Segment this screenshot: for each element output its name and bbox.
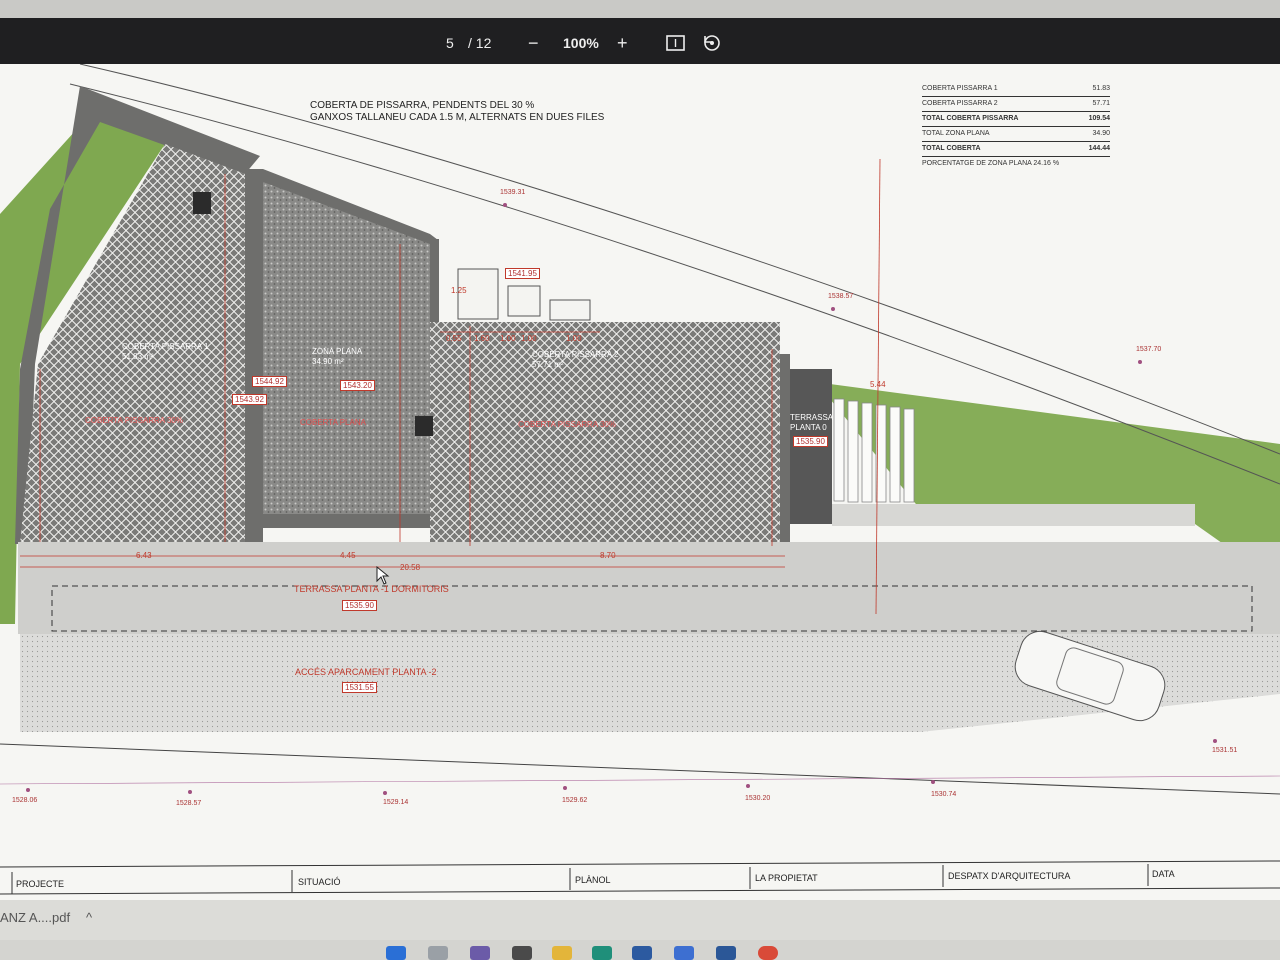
zona-plana-area: 34.90 m² (312, 357, 344, 366)
pissarra-2-area: 57.71 m² (532, 360, 564, 369)
table-row: COBERTA PISSARRA 2 57.71 (922, 97, 1110, 112)
dimension-label: 4.45 (340, 551, 356, 560)
roof-area-table: COBERTA PISSARRA 1 51.83 COBERTA PISSARRA… (922, 82, 1110, 171)
edge-icon[interactable] (592, 946, 612, 960)
roof-note-line-1: COBERTA DE PISSARRA, PENDENTS DEL 30 % (310, 100, 535, 111)
rotate-icon[interactable] (702, 18, 722, 68)
chrome-icon[interactable] (758, 946, 778, 960)
store-icon[interactable] (632, 946, 652, 960)
elevation-label: 1529.14 (383, 799, 409, 806)
dimension-label: 1.00 (521, 334, 537, 343)
folder-icon[interactable] (552, 946, 572, 960)
monitor-bezel-top (0, 0, 1280, 20)
elevation-label: 1531.51 (1212, 747, 1238, 754)
pissarra-2-title: COBERTA PISSARRA 2 (532, 350, 619, 359)
chat-icon[interactable] (512, 946, 532, 960)
zona-plana-title: ZONA PLANA (312, 347, 363, 356)
elevation-label: 1538.57 (828, 293, 854, 300)
dimension-label: 5.44 (870, 380, 886, 389)
titleblock-data: DATA (1152, 869, 1175, 879)
word-icon[interactable] (716, 946, 736, 960)
pissarra-2-slope: COBERTA PISSARRA 30% (518, 420, 616, 429)
table-row: TOTAL COBERTA PISSARRA 109.54 (922, 112, 1110, 127)
level-box: 1541.95 (505, 268, 540, 279)
page-total: / 12 (468, 35, 492, 51)
search-icon[interactable] (428, 946, 448, 960)
page-number-current[interactable]: 5 (446, 18, 454, 68)
dimension-label: 8.70 (600, 551, 616, 560)
elevation-label: 1528.57 (176, 800, 202, 807)
chevron-up-icon[interactable]: ^ (86, 910, 92, 925)
elevation-label: 1530.20 (745, 795, 771, 802)
fit-page-icon[interactable] (666, 18, 686, 68)
elevation-label: 1528.06 (12, 797, 38, 804)
terrassa-0-line1: TERRASSA (790, 413, 834, 422)
zoom-in-button[interactable]: + (617, 18, 628, 68)
dimension-label: 1.00 (500, 334, 516, 343)
dimension-label: 1.25 (451, 286, 467, 295)
coberta-plana-label: COBERTA PLANA (300, 418, 366, 427)
dimension-label: 6.43 (136, 551, 152, 560)
roof-note-line-2: GANXOS TALLANEU CADA 1.5 M, ALTERNATS EN… (310, 112, 605, 123)
dimension-label: 1.60 (474, 334, 490, 343)
level-box: 1531.55 (342, 682, 377, 693)
zoom-out-button[interactable]: − (528, 18, 539, 68)
level-box: 1543.92 (232, 394, 267, 405)
pissarra-1-slope: COBERTA PISSARRA 30% (85, 416, 183, 425)
titleblock-planol: PLÀNOL (575, 875, 611, 885)
elevation-label: 1530.74 (931, 791, 957, 798)
table-row: TOTAL ZONA PLANA 34.90 (922, 127, 1110, 142)
terrassa-0-line2: PLANTA 0 (790, 423, 827, 432)
elevation-label: 1537.70 (1136, 346, 1162, 353)
table-row: TOTAL COBERTA 144.44 (922, 142, 1110, 157)
mouse-cursor-icon (376, 566, 390, 585)
level-box: 1543.20 (340, 380, 375, 391)
plan-sheet: COBERTA DE PISSARRA, PENDENTS DEL 30 % G… (0, 64, 1280, 904)
terrassa-planta-1-label: TERRASSA PLANTA -1 DORMITORIS (294, 584, 449, 594)
dimension-label: 20.58 (400, 563, 421, 572)
pissarra-1-area: 51.83 m² (122, 352, 154, 361)
pissarra-1-title: COBERTA PISSARRA 1 (122, 342, 209, 351)
dimension-label: 0.55 (446, 334, 462, 343)
task-view-icon[interactable] (470, 946, 490, 960)
level-box: 1535.90 (342, 600, 377, 611)
start-icon[interactable] (386, 946, 406, 960)
pdf-toolbar: 5 / 12 − 100% + (0, 18, 1280, 68)
zoom-level[interactable]: 100% (563, 18, 599, 68)
table-row: COBERTA PISSARRA 1 51.83 (922, 82, 1110, 97)
titleblock-propietat: LA PROPIETAT (755, 873, 818, 883)
acces-aparcament-label: ACCÉS APARCAMENT PLANTA -2 (295, 667, 437, 677)
site-plan-drawing (0, 64, 1280, 895)
zona-plana-percentage: PORCENTATGE DE ZONA PLANA 24.16 % (922, 160, 1060, 167)
download-filename[interactable]: ANZ A....pdf (0, 910, 70, 925)
titleblock-situacio: SITUACIÓ (298, 877, 341, 887)
titleblock-projecte: PROJECTE (16, 879, 65, 889)
elevation-label: 1539.31 (500, 189, 526, 196)
mail-icon[interactable] (674, 946, 694, 960)
titleblock-despatx: DESPATX D'ARQUITECTURA (948, 871, 1071, 881)
level-box: 1544.92 (252, 376, 287, 387)
dimension-label: 1.00 (566, 334, 582, 343)
level-box: 1535.90 (793, 436, 828, 447)
elevation-label: 1529.62 (562, 797, 588, 804)
